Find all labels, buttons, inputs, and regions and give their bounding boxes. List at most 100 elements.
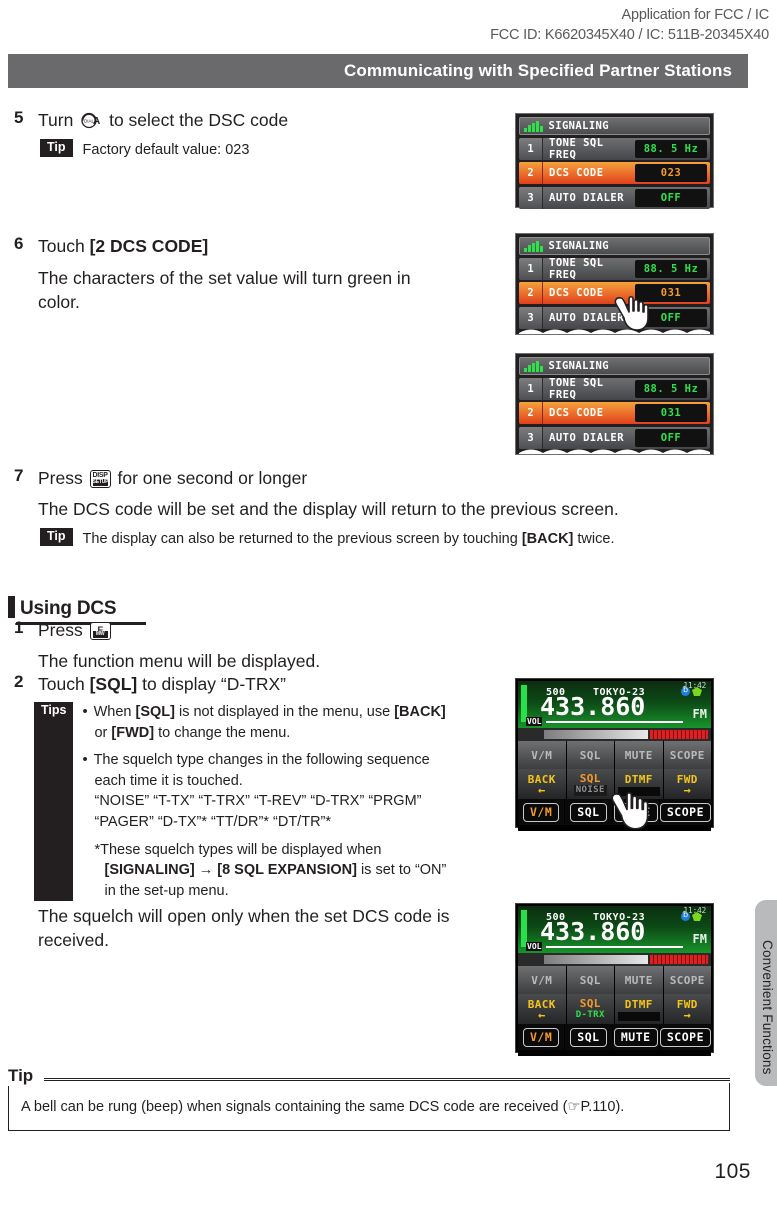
softkey-fwd[interactable]: FWD → <box>663 994 711 1024</box>
lcd-torn-edge-decoration <box>519 445 710 454</box>
f-function-key-icon: F MW <box>89 622 111 640</box>
lcd-row-value: OFF <box>635 308 707 327</box>
dcs-step-2-text-before: Touch <box>38 674 85 694</box>
lcd-header-title-1: SIGNALING <box>548 120 609 132</box>
tips-badge: Tips <box>34 702 74 902</box>
lcd-header-3: SIGNALING <box>519 357 710 375</box>
radio-softkey-row-2: BACK ← SQL NOISE DTMF FWD → <box>518 769 711 799</box>
step-5: 5 Turn DIAL A to select the DSC code Tip… <box>8 108 488 160</box>
dcs-step-1-instruction: Press F MW <box>38 618 320 642</box>
chapter-banner-title: Communicating with Specified Partner Sta… <box>344 61 732 80</box>
step-5-text-after: to select the DSC code <box>109 110 289 130</box>
lcd-signaling-screen-3: SIGNALING 1 TONE SQL FREQ 88. 5 Hz 2 DCS… <box>515 353 714 455</box>
lcd-header-2: SIGNALING <box>519 237 710 255</box>
lcd-row-tone-sql-freq[interactable]: 1 TONE SQL FREQ 88. 5 Hz <box>519 377 710 400</box>
softkey-sql[interactable]: SQL <box>566 741 614 769</box>
lcd-header-1: SIGNALING <box>519 117 710 135</box>
mode-label: FM <box>692 707 707 721</box>
hardkey-mute[interactable]: MUTE <box>612 1024 659 1050</box>
lcd-row-dcs-code[interactable]: 2 DCS CODE 031 <box>519 402 710 424</box>
tips-bullet-2-line2: each time it is touched. <box>94 772 243 789</box>
volume-bar <box>546 721 683 723</box>
volume-bar <box>546 946 683 948</box>
tip-box-top-rule <box>44 1078 730 1081</box>
softkey-mute[interactable]: MUTE <box>615 741 663 769</box>
step-7-number: 7 <box>14 466 24 485</box>
fcc-header: Application for FCC / IC FCC ID: K662034… <box>490 6 769 45</box>
hardkey-vm[interactable]: V/M <box>518 799 565 825</box>
hardkey-sql[interactable]: SQL <box>565 799 612 825</box>
lcd-row-value: 031 <box>635 284 707 302</box>
lcd-row-value: OFF <box>635 188 707 207</box>
lcd-row-value: 88. 5 Hz <box>635 259 707 278</box>
dcs-closing-line2: received. <box>38 930 110 951</box>
lcd-row-index: 2 <box>519 162 543 184</box>
softkey-back[interactable]: BACK ← <box>518 769 566 799</box>
hardkey-scope[interactable]: SCOPE <box>659 799 711 825</box>
bluetooth-icon <box>681 685 690 696</box>
s-meter-red <box>650 955 708 964</box>
status-icons <box>681 910 702 921</box>
dcs-step-1-detail: The function menu will be displayed. <box>38 651 321 672</box>
hardkey-vm[interactable]: V/M <box>518 1024 565 1050</box>
tips-bullet-1: • When [SQL] is not displayed in the men… <box>82 702 506 723</box>
lcd-row-index: 1 <box>519 377 543 400</box>
lcd-row-dcs-code[interactable]: 2 DCS CODE 023 <box>519 162 710 184</box>
lcd-row-auto-dialer[interactable]: 3 AUTO DIALER OFF <box>519 186 710 209</box>
tips-footnote-line1: *These squelch types will be displayed w… <box>94 841 382 858</box>
softkey-sql-type[interactable]: SQL D-TRX <box>566 994 614 1024</box>
tips-footnote-line3: in the set-up menu. <box>104 882 229 899</box>
s-meter <box>518 728 711 741</box>
softkey-vm[interactable]: V/M <box>518 741 566 769</box>
lcd-row-dcs-code[interactable]: 2 DCS CODE 031 <box>519 282 710 304</box>
step-5-number: 5 <box>14 108 24 127</box>
page-number: 105 <box>714 1160 751 1183</box>
dcs-step-1-number: 1 <box>14 618 24 637</box>
tip-badge: Tip <box>40 139 73 157</box>
softkey-sql-type[interactable]: SQL NOISE <box>566 769 614 799</box>
s-meter <box>518 953 711 966</box>
radio-top-panel-1: 11:42 500 TOKYO-23 433.860 FM VOL <box>518 681 711 728</box>
lcd-row-label: TONE SQL FREQ <box>549 137 604 160</box>
softkey-fwd[interactable]: FWD → <box>663 769 711 799</box>
tips-bullet-2-line1: The squelch type changes in the followin… <box>93 752 430 769</box>
tip-box-label: Tip <box>8 1066 38 1086</box>
softkey-vm[interactable]: V/M <box>518 966 566 994</box>
step-6-detail-line2: color. <box>38 292 80 313</box>
s-meter-grey <box>544 955 648 964</box>
lcd-row-label: TONE SQL FREQ <box>549 257 604 280</box>
softkey-dtmf[interactable]: DTMF <box>615 994 663 1024</box>
tip-box-body: A bell can be rung (beep) when signals c… <box>8 1083 730 1131</box>
right-arrow-icon: → <box>683 1008 692 1022</box>
softkey-mute[interactable]: MUTE <box>615 966 663 994</box>
tip-box-text: A bell can be rung (beep) when signals c… <box>21 1098 625 1115</box>
lcd-row-tone-sql-freq[interactable]: 1 TONE SQL FREQ 88. 5 Hz <box>519 257 710 280</box>
s-meter-red <box>650 730 708 739</box>
tips-bullet-2-line4: “PAGER” “D-TX”* “TT/DR”* “DT/TR”* <box>94 814 332 831</box>
status-icons <box>681 685 702 696</box>
radio-top-panel-2: 11:42 500 TOKYO-23 433.860 FM VOL <box>518 906 711 953</box>
step-5-tip-text: Factory default value: 023 <box>82 142 250 159</box>
left-arrow-icon: ← <box>537 783 546 797</box>
step-6-text-before: Touch <box>38 236 85 256</box>
step-5-text-before: Turn <box>38 110 74 130</box>
section-bar <box>8 596 15 618</box>
softkey-scope[interactable]: SCOPE <box>663 741 711 769</box>
lcd-row-tone-sql-freq[interactable]: 1 TONE SQL FREQ 88. 5 Hz <box>519 137 710 160</box>
softkey-scope[interactable]: SCOPE <box>663 966 711 994</box>
hardkey-scope[interactable]: SCOPE <box>659 1024 711 1050</box>
frequency-readout: 433.860 <box>540 692 646 721</box>
softkey-back[interactable]: BACK ← <box>518 994 566 1024</box>
bullet-dot-icon: • <box>82 752 88 769</box>
page-ref-icon: ☞ <box>567 1098 581 1115</box>
hardkey-mute[interactable]: MUTE <box>612 799 659 825</box>
frequency-readout: 433.860 <box>540 917 646 946</box>
softkey-sql[interactable]: SQL <box>566 966 614 994</box>
radio-footer-2 <box>518 1050 711 1056</box>
softkey-dtmf[interactable]: DTMF <box>615 769 663 799</box>
svg-text:A: A <box>93 116 100 127</box>
tips-footnote-line2: [SIGNALING] → [8 SQL EXPANSION] is set t… <box>104 862 447 879</box>
left-arrow-icon: ← <box>537 1008 546 1022</box>
lcd-row-value: OFF <box>635 428 707 447</box>
hardkey-sql[interactable]: SQL <box>565 1024 612 1050</box>
